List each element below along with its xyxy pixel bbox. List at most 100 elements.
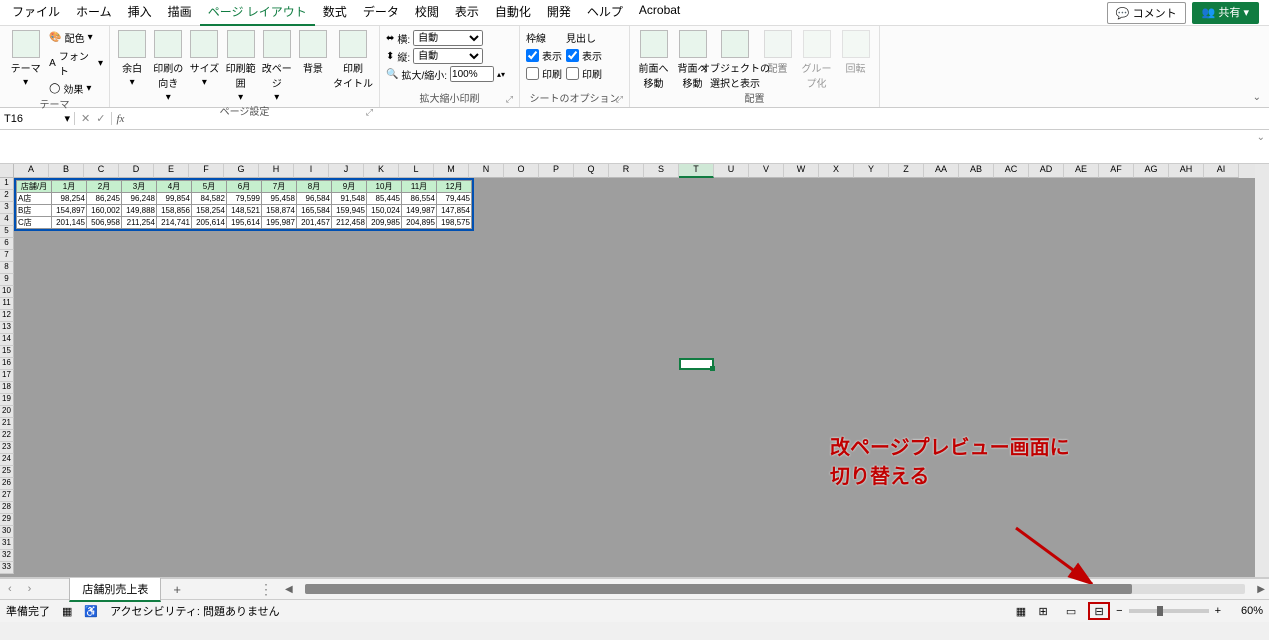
row-header[interactable]: 13 [0, 322, 14, 334]
row-header[interactable]: 10 [0, 286, 14, 298]
height-select[interactable]: 自動 [413, 48, 483, 64]
gridlines-print-checkbox[interactable]: 印刷 [526, 66, 562, 81]
column-header[interactable]: Y [854, 164, 889, 178]
collapse-ribbon-button[interactable]: ⌄ [1245, 88, 1269, 107]
comment-button[interactable]: 💬 コメント [1107, 2, 1186, 24]
active-cell[interactable] [679, 358, 714, 370]
macros-icon[interactable]: ▦ [62, 605, 72, 618]
align-button[interactable]: 配置 [760, 30, 795, 75]
column-header[interactable]: AI [1204, 164, 1239, 178]
fonts-button[interactable]: Aフォント ▾ [49, 48, 103, 78]
effects-button[interactable]: ◯効果 ▾ [49, 81, 103, 96]
worksheet-grid[interactable]: ABCDEFGHIJKLMNOPQRSTUVWXYZAAABACADAEAFAG… [0, 164, 1269, 578]
menu-表示[interactable]: 表示 [447, 0, 487, 26]
row-header[interactable]: 2 [0, 190, 14, 202]
margins-button[interactable]: 余白▾ [116, 30, 148, 88]
column-header[interactable]: A [14, 164, 49, 178]
scroll-right-button[interactable]: ▶ [1253, 584, 1269, 595]
column-header[interactable]: K [364, 164, 399, 178]
row-header[interactable]: 22 [0, 430, 14, 442]
menu-データ[interactable]: データ [355, 0, 407, 26]
column-header[interactable]: V [749, 164, 784, 178]
add-sheet-button[interactable]: + [161, 582, 193, 597]
expand-formula-bar-icon[interactable]: ⌄ [1257, 132, 1265, 143]
row-header[interactable]: 18 [0, 382, 14, 394]
column-header[interactable]: J [329, 164, 364, 178]
scale-input[interactable] [450, 66, 494, 82]
gridlines-view-checkbox[interactable]: 表示 [526, 48, 562, 63]
dialog-launcher-icon[interactable]: ⤢ [506, 94, 513, 105]
themes-button[interactable]: テーマ ▾ [6, 30, 45, 88]
column-header[interactable]: S [644, 164, 679, 178]
menu-ヘルプ[interactable]: ヘルプ [579, 0, 631, 26]
column-header[interactable]: N [469, 164, 504, 178]
column-header[interactable]: AG [1134, 164, 1169, 178]
selection-pane-button[interactable]: オブジェクトの 選択と表示 [714, 30, 756, 90]
column-header[interactable]: L [399, 164, 434, 178]
row-header[interactable]: 31 [0, 538, 14, 550]
column-header[interactable]: D [119, 164, 154, 178]
tab-scroll-right[interactable]: › [20, 583, 40, 595]
zoom-in-button[interactable]: + [1215, 605, 1221, 617]
row-header[interactable]: 14 [0, 334, 14, 346]
column-header[interactable]: AH [1169, 164, 1204, 178]
menu-ページ レイアウト[interactable]: ページ レイアウト [200, 0, 315, 26]
column-header[interactable]: I [294, 164, 329, 178]
row-header[interactable]: 12 [0, 310, 14, 322]
row-header[interactable]: 21 [0, 418, 14, 430]
row-header[interactable]: 1 [0, 178, 14, 190]
zoom-out-button[interactable]: − [1116, 605, 1122, 617]
orientation-button[interactable]: 印刷の 向き▾ [152, 30, 184, 103]
menu-校閲[interactable]: 校閲 [407, 0, 447, 26]
row-header[interactable]: 24 [0, 454, 14, 466]
row-header[interactable]: 11 [0, 298, 14, 310]
dialog-launcher-icon[interactable]: ⤢ [616, 94, 623, 105]
row-header[interactable]: 27 [0, 490, 14, 502]
tab-scroll-left[interactable]: ‹ [0, 583, 20, 595]
row-header[interactable]: 3 [0, 202, 14, 214]
row-header[interactable]: 20 [0, 406, 14, 418]
column-header[interactable]: M [434, 164, 469, 178]
menu-挿入[interactable]: 挿入 [120, 0, 160, 26]
row-header[interactable]: 9 [0, 274, 14, 286]
horizontal-scrollbar[interactable] [305, 584, 1246, 594]
zoom-value[interactable]: 60% [1227, 605, 1263, 617]
row-header[interactable]: 16 [0, 358, 14, 370]
share-button[interactable]: 👥 共有 ▾ [1192, 2, 1259, 24]
print-area-button[interactable]: 印刷範囲▾ [225, 30, 257, 103]
name-box[interactable]: T16▾ [0, 112, 75, 125]
row-header[interactable]: 30 [0, 526, 14, 538]
menu-開発[interactable]: 開発 [539, 0, 579, 26]
row-header[interactable]: 23 [0, 442, 14, 454]
row-header[interactable]: 32 [0, 550, 14, 562]
select-all-corner[interactable] [0, 164, 14, 178]
column-header[interactable]: F [189, 164, 224, 178]
row-header[interactable]: 26 [0, 478, 14, 490]
row-header[interactable]: 8 [0, 262, 14, 274]
menu-自動化[interactable]: 自動化 [487, 0, 539, 26]
colors-button[interactable]: 🎨配色 ▾ [49, 30, 103, 45]
vertical-scrollbar[interactable] [1255, 164, 1269, 577]
column-header[interactable]: H [259, 164, 294, 178]
column-header[interactable]: Z [889, 164, 924, 178]
column-header[interactable]: E [154, 164, 189, 178]
menu-ファイル[interactable]: ファイル [4, 0, 68, 26]
column-header[interactable]: G [224, 164, 259, 178]
headings-view-checkbox[interactable]: 表示 [566, 48, 602, 63]
view-page-break-button[interactable]: ⊟ [1088, 602, 1110, 620]
row-header[interactable]: 33 [0, 562, 14, 574]
column-header[interactable]: AA [924, 164, 959, 178]
cancel-formula-icon[interactable]: ✕ [81, 112, 90, 125]
column-header[interactable]: AE [1064, 164, 1099, 178]
column-header[interactable]: W [784, 164, 819, 178]
chevron-down-icon[interactable]: ▾ [64, 112, 70, 125]
column-header[interactable]: X [819, 164, 854, 178]
breaks-button[interactable]: 改ページ▾ [261, 30, 293, 103]
zoom-slider[interactable] [1129, 609, 1209, 613]
row-header[interactable]: 17 [0, 370, 14, 382]
column-header[interactable]: O [504, 164, 539, 178]
menu-Acrobat[interactable]: Acrobat [631, 0, 688, 26]
accessibility-icon[interactable]: ♿ [84, 605, 98, 618]
menu-ホーム[interactable]: ホーム [68, 0, 120, 26]
column-header[interactable]: T [679, 164, 714, 178]
